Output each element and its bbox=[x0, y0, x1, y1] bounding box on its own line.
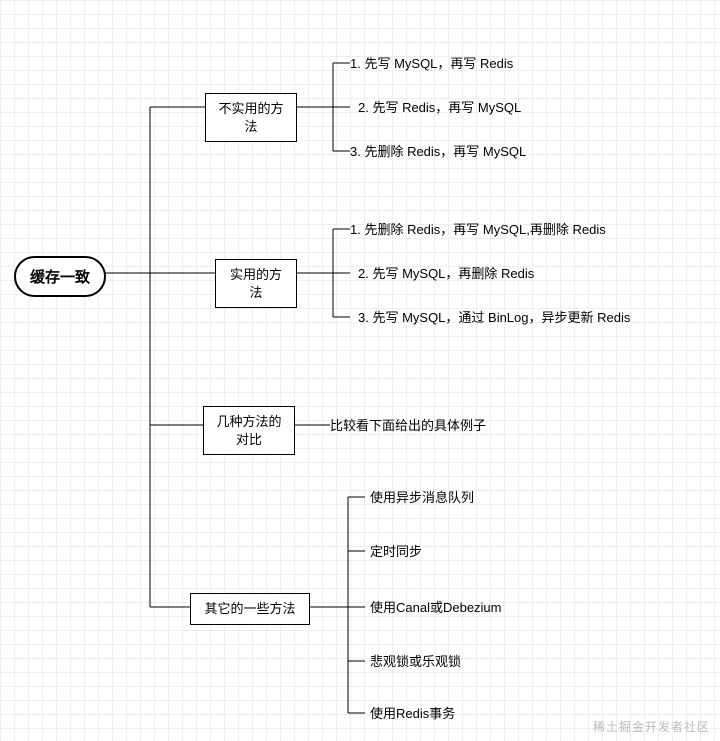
leaf-b4-5: 使用Redis事务 bbox=[370, 706, 455, 722]
leaf-b2-1: 1. 先删除 Redis，再写 MySQL,再删除 Redis bbox=[350, 222, 606, 238]
diagram-canvas: 缓存一致 不实用的方法 1. 先写 MySQL，再写 Redis 2. 先写 R… bbox=[0, 0, 720, 741]
leaf-b4-4: 悲观锁或乐观锁 bbox=[370, 654, 461, 670]
branch-practical: 实用的方法 bbox=[215, 259, 297, 308]
leaf-b4-2: 定时同步 bbox=[370, 544, 422, 560]
branch-others: 其它的一些方法 bbox=[190, 593, 310, 625]
leaf-b4-1: 使用异步消息队列 bbox=[370, 490, 474, 506]
leaf-b3-1: 比较看下面给出的具体例子 bbox=[330, 418, 486, 434]
branch-impractical: 不实用的方法 bbox=[205, 93, 297, 142]
root-node: 缓存一致 bbox=[14, 256, 106, 297]
leaf-b2-3: 3. 先写 MySQL，通过 BinLog，异步更新 Redis bbox=[358, 310, 630, 326]
leaf-b1-3: 3. 先删除 Redis，再写 MySQL bbox=[350, 144, 526, 160]
branch-compare: 几种方法的对比 bbox=[203, 406, 295, 455]
leaf-b2-2: 2. 先写 MySQL，再删除 Redis bbox=[358, 266, 534, 282]
watermark: 稀土掘金开发者社区 bbox=[593, 718, 710, 735]
leaf-b1-2: 2. 先写 Redis，再写 MySQL bbox=[358, 100, 521, 116]
leaf-b1-1: 1. 先写 MySQL，再写 Redis bbox=[350, 56, 513, 72]
leaf-b4-3: 使用Canal或Debezium bbox=[370, 600, 502, 616]
